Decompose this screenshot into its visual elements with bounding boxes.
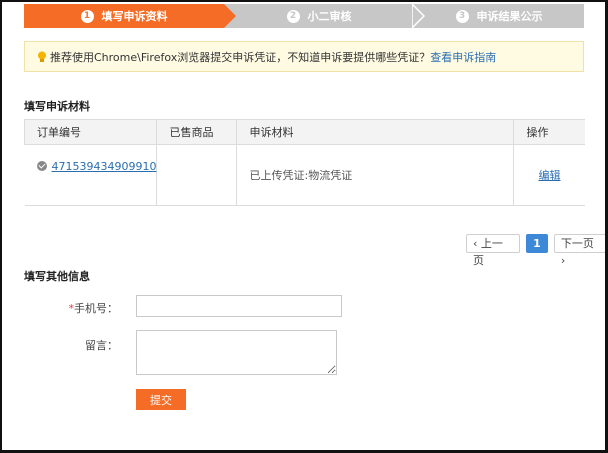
phone-label: *手机号： [48, 300, 119, 316]
prev-page-button[interactable]: ‹ 上一页 [466, 234, 521, 267]
prev-icon: ‹ [473, 237, 481, 250]
step-arrow-icon [412, 4, 426, 28]
next-label: 下一页 [560, 237, 594, 250]
step-number: 2 [286, 9, 300, 23]
materials-section-title: 填写申诉材料 [24, 100, 90, 113]
step-fill-info: 1 填写申诉资料 [24, 4, 224, 28]
step-label: 填写申诉资料 [101, 10, 168, 23]
browser-notice: 推荐使用Chrome\Firefox浏览器提交申诉凭证，不知道申诉要提供哪些凭证… [24, 41, 584, 72]
message-textarea[interactable] [136, 330, 337, 375]
lightbulb-icon [38, 51, 46, 62]
phone-label-text: 手机号： [74, 302, 118, 315]
col-material: 申诉材料 [236, 119, 515, 145]
materials-table: 订单编号 已售商品 申诉材料 操作 471539434909910 已上传凭证:… [23, 119, 585, 206]
step-result: 3 申诉结果公示 [414, 4, 584, 28]
step-label: 申诉结果公示 [476, 10, 543, 23]
order-id-cell: 471539434909910 [24, 144, 158, 206]
step-arrow-icon [224, 4, 236, 28]
action-cell: 编辑 [513, 144, 585, 206]
step-label: 小二审核 [307, 10, 352, 23]
order-id-text: 471539434909910 [51, 159, 157, 173]
order-id-link[interactable]: 471539434909910 [36, 159, 157, 173]
step-number: 1 [80, 9, 94, 23]
table-header-row: 订单编号 已售商品 申诉材料 操作 [23, 119, 585, 145]
step-review: 2 小二审核 [224, 4, 414, 28]
next-icon: › [560, 254, 566, 267]
next-page-button[interactable]: 下一页 › [553, 234, 608, 267]
col-action: 操作 [513, 119, 585, 145]
appeal-guide-link[interactable]: 查看申诉指南 [430, 49, 496, 65]
step-number: 3 [455, 9, 469, 23]
table-row: 471539434909910 已上传凭证:物流凭证 编辑 [24, 144, 585, 206]
progress-steps: 1 填写申诉资料 2 小二审核 3 申诉结果公示 [24, 4, 584, 28]
notice-text: 推荐使用Chrome\Firefox浏览器提交申诉凭证，不知道申诉要提供哪些凭证… [50, 50, 431, 64]
pagination: ‹ 上一页 1 下一页 › [466, 234, 608, 267]
checkmark-icon [36, 161, 47, 172]
edit-link[interactable]: 编辑 [526, 169, 560, 182]
col-product: 已售商品 [156, 119, 238, 145]
page-1-button[interactable]: 1 [526, 234, 548, 253]
product-cell [156, 144, 238, 206]
col-order-id: 订单编号 [23, 119, 158, 145]
other-info-section-title: 填写其他信息 [24, 270, 90, 283]
message-label: 留言： [85, 339, 118, 352]
submit-button[interactable]: 提交 [136, 389, 186, 410]
material-cell: 已上传凭证:物流凭证 [236, 144, 515, 206]
phone-input[interactable] [136, 295, 342, 317]
